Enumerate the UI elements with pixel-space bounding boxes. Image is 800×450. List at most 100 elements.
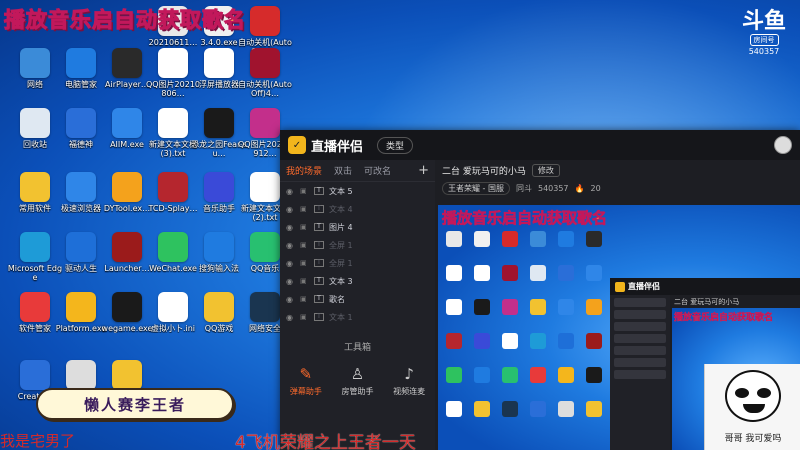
source-label: 歌名	[329, 294, 345, 304]
nested-titlebar: 直播伴侣	[610, 278, 800, 295]
lock-icon[interactable]: ▣	[300, 241, 309, 249]
nested-app-name: 直播伴侣	[628, 282, 660, 291]
app-icon	[112, 360, 142, 390]
app-icon	[250, 232, 280, 262]
room-id: 540357	[748, 47, 780, 56]
app-icon	[204, 232, 234, 262]
edit-button[interactable]: 修改	[531, 163, 560, 177]
preview-desktop-icon	[586, 401, 602, 417]
tool-label: 视频连麦	[393, 387, 426, 396]
meme-caption: 哥哥 我可爱吗	[724, 434, 782, 444]
visibility-icon[interactable]: ◉	[286, 259, 295, 268]
tab-double-click[interactable]: 双击	[334, 164, 352, 177]
app-icon	[112, 48, 142, 78]
preview-overlay-title: 播放音乐启自动获取歌名	[442, 209, 608, 228]
lock-icon[interactable]: ▣	[300, 187, 309, 195]
preview-desktop-icon	[446, 231, 462, 247]
avatar[interactable]	[774, 136, 792, 154]
room-bar: 二台 爱玩马可的小马 修改	[438, 160, 800, 180]
nested-scene-panel	[610, 295, 670, 450]
source-row[interactable]: ◉ ▣ T 图片 4	[280, 218, 435, 236]
preview-desktop-icon	[446, 265, 462, 281]
meta-prefix: 同斗	[515, 183, 532, 193]
danmaku-assistant-button[interactable]: ✎ 弹幕助手	[290, 365, 322, 397]
type-button[interactable]: 类型	[377, 136, 414, 154]
app-icon	[112, 172, 142, 202]
source-label: 全屏 1	[329, 258, 353, 268]
source-row[interactable]: ◉ ▣ T 文本 5	[280, 182, 435, 200]
source-label: 文本 3	[329, 276, 353, 286]
tab-rename[interactable]: 可改名	[364, 164, 391, 177]
source-type-icon: T	[314, 295, 324, 303]
preview-desktop-icon	[558, 231, 574, 247]
app-titlebar: ✓ 直播伴侣 类型	[280, 130, 800, 160]
add-scene-button[interactable]: +	[418, 163, 429, 178]
preview-desktop-icon	[586, 265, 602, 281]
preview-desktop-icon	[502, 231, 518, 247]
source-label: 图片 4	[329, 222, 353, 232]
preview-desktop-icon	[474, 265, 490, 281]
preview-desktop-icon	[474, 333, 490, 349]
category-badge[interactable]: 王者荣耀 - 国服	[442, 181, 510, 195]
app-name: 直播伴侣	[311, 139, 364, 155]
preview-desktop-icon	[474, 401, 490, 417]
ticker-left: 我是宅男了	[0, 432, 76, 450]
desktop-icon[interactable]: 自动关机(AutoOff)4…	[236, 48, 294, 106]
lock-icon[interactable]: ▣	[300, 223, 309, 231]
app-icon	[112, 292, 142, 322]
source-row[interactable]: ◉ ▣ T 文本 1	[280, 308, 435, 326]
preview-desktop-icon	[558, 299, 574, 315]
visibility-icon[interactable]: ◉	[286, 187, 295, 196]
app-icon	[158, 172, 188, 202]
visibility-icon[interactable]: ◉	[286, 223, 295, 232]
tab-my-scenes[interactable]: 我的场景	[286, 164, 322, 177]
nested-room-title: 二台 爱玩马可的小马	[674, 298, 740, 306]
room-manager-button[interactable]: ♙ 房管助手	[341, 365, 373, 397]
douyu-logo: 斗鱼 房间号 540357	[740, 11, 788, 57]
app-icon	[158, 108, 188, 138]
source-row[interactable]: ◉ ▣ T 全屏 1	[280, 254, 435, 272]
overlay-title: 播放音乐启自动获取歌名	[4, 8, 246, 33]
fire-icon: 🔥	[574, 183, 585, 193]
source-label: 全屏 1	[329, 240, 353, 250]
app-icon	[250, 48, 280, 78]
visibility-icon[interactable]: ◉	[286, 313, 295, 322]
room-meta: 王者荣耀 - 国服 同斗 540357 🔥 20	[438, 180, 800, 196]
lock-icon[interactable]: ▣	[300, 295, 309, 303]
person-icon: ♙	[350, 365, 365, 383]
app-icon	[112, 108, 142, 138]
video-link-button[interactable]: ♪ 视频连麦	[393, 365, 425, 397]
source-row[interactable]: ◉ ▣ T 文本 3	[280, 272, 435, 290]
lock-icon[interactable]: ▣	[300, 205, 309, 213]
lock-icon[interactable]: ▣	[300, 313, 309, 321]
source-type-icon: T	[314, 223, 324, 231]
visibility-icon[interactable]: ◉	[286, 205, 295, 214]
preview-desktop-icon	[474, 231, 490, 247]
preview-desktop-icon	[446, 299, 462, 315]
preview-desktop-icon	[530, 367, 546, 383]
preview-desktop-icon	[558, 367, 574, 383]
nested-overlay-title: 播放音乐启自动获取歌名	[674, 313, 774, 323]
lock-icon[interactable]: ▣	[300, 259, 309, 267]
source-row[interactable]: ◉ ▣ T 歌名	[280, 290, 435, 308]
lock-icon[interactable]: ▣	[300, 277, 309, 285]
source-row[interactable]: ◉ ▣ T 文本 4	[280, 200, 435, 218]
mic-icon: ♪	[404, 365, 414, 383]
source-type-icon: T	[314, 277, 324, 285]
visibility-icon[interactable]: ◉	[286, 295, 295, 304]
preview-desktop-icon	[586, 231, 602, 247]
source-row[interactable]: ◉ ▣ T 全屏 1	[280, 236, 435, 254]
app-icon	[250, 6, 280, 36]
app-icon	[20, 360, 50, 390]
app-icon	[158, 232, 188, 262]
preview-desktop-icon	[474, 299, 490, 315]
visibility-icon[interactable]: ◉	[286, 277, 295, 286]
app-icon	[20, 108, 50, 138]
source-type-icon: T	[314, 259, 324, 267]
app-logo-icon: ✓	[288, 136, 306, 154]
visibility-icon[interactable]: ◉	[286, 241, 295, 250]
preview-desktop-icon	[446, 367, 462, 383]
source-list: ◉ ▣ T 文本 5 ◉ ▣ T 文本 4 ◉ ▣ T 图片 4 ◉ ▣ T 全屏 1 ◉ ▣ T 全屏 1 ◉ ▣ T 文本…	[280, 182, 435, 326]
app-icon	[66, 48, 96, 78]
app-icon	[20, 172, 50, 202]
